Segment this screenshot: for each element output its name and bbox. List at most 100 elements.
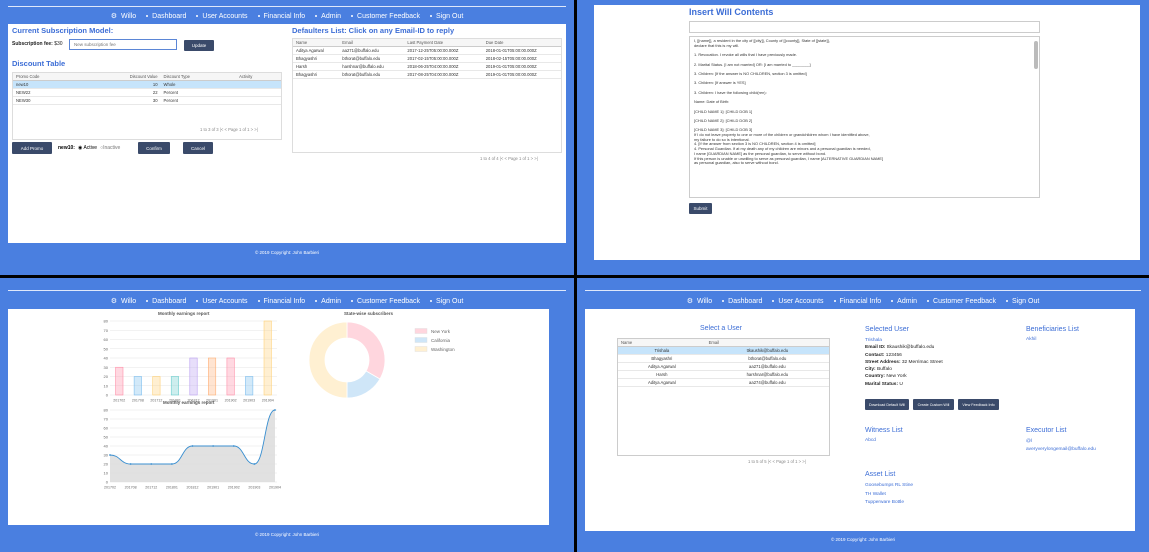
nav-dashboard[interactable]: Dashboard: [722, 298, 762, 305]
update-button[interactable]: Update: [184, 40, 214, 51]
x-tick-label: 201904: [269, 486, 281, 490]
nav-financial-info[interactable]: Financial Info: [833, 298, 881, 305]
x-tick-label: 201801: [166, 486, 178, 490]
confirm-button[interactable]: Confirm: [138, 142, 170, 154]
footer: © 2019 Copyright: John Barbieri: [830, 537, 896, 542]
nav-admin[interactable]: Admin: [315, 13, 341, 20]
table-row[interactable]: Aditya Agarwal aa271@buffalo.edu: [618, 362, 829, 371]
legend-label: California: [431, 338, 451, 343]
y-tick-label: 40: [104, 356, 109, 361]
footer: © 2019 Copyright: John Barbieri: [254, 250, 320, 255]
download-default-will-button[interactable]: Download Default Will: [865, 399, 909, 410]
witness-item[interactable]: Abcd: [865, 438, 876, 443]
x-tick-label: 201904: [262, 399, 274, 403]
table-row[interactable]: Aditya Agarwal aa274@buffalo.edu: [618, 378, 829, 387]
y-tick-label: 80: [104, 408, 109, 413]
nav-user-accounts[interactable]: User Accounts: [196, 13, 248, 20]
table-row[interactable]: Harsh harshnar@buffalo.edu: [618, 370, 829, 379]
table-row[interactable]: Bhagyashri bthorat@buffalo.edu: [618, 354, 829, 363]
data-point: [232, 445, 235, 447]
y-tick-label: 30: [104, 365, 109, 370]
bar: [115, 366, 124, 396]
asset-item[interactable]: TH Wallet: [865, 491, 913, 500]
nav-sign-out[interactable]: Sign Out: [430, 298, 463, 305]
nav-sign-out[interactable]: Sign Out: [430, 13, 463, 20]
table-row[interactable]: Trishala ttkaushik@buffalo.edu: [618, 346, 829, 355]
nav-customer-feedback[interactable]: Customer Feedback: [927, 298, 996, 305]
x-tick-label: 201712: [150, 399, 162, 403]
nav-dashboard[interactable]: Dashboard: [146, 298, 186, 305]
cancel-button[interactable]: Cancel: [183, 142, 213, 154]
nav-user-accounts[interactable]: User Accounts: [772, 298, 824, 305]
nav-financial-info[interactable]: Financial Info: [257, 13, 305, 20]
table-row[interactable]: NEW22 22 Percent: [13, 88, 281, 97]
table-row[interactable]: Bhagyashri bthorat@buffalo.edu 2017-08-25T…: [293, 70, 561, 79]
y-tick-label: 20: [104, 374, 109, 379]
create-custom-will-button[interactable]: Create Custom Will: [913, 399, 954, 410]
x-tick-label: 201712: [145, 486, 157, 490]
discount-pager[interactable]: 1 to 3 of 3 |< < Page 1 of 1 > >|: [200, 127, 258, 132]
nav-brand[interactable]: ⚙ Willo: [111, 12, 136, 21]
table-row[interactable]: NEW30 30 Percent: [13, 96, 281, 105]
table-row[interactable]: Aditya Agarwal aa271@buffalo.edu 2017-12-2…: [293, 46, 561, 55]
submit-button[interactable]: Submit: [689, 203, 712, 214]
defaulters-pager[interactable]: 1 to 4 of 4 |< < Page 1 of 1 > >|: [480, 156, 538, 161]
users-pager[interactable]: 1 to 5 of 5 |< < Page 1 of 1 > >|: [748, 459, 806, 464]
view-feedback-button[interactable]: View Feedback Info: [958, 399, 999, 410]
new-fee-input[interactable]: [69, 39, 177, 50]
beneficiary-item[interactable]: Akhil: [1026, 337, 1036, 342]
textarea-scrollbar[interactable]: [1034, 41, 1038, 69]
data-point: [212, 445, 215, 447]
active-radio[interactable]: ◉ Active: [78, 145, 97, 151]
nav-admin[interactable]: Admin: [315, 298, 341, 305]
table-row[interactable]: Harsh harshnar@buffalo.edu 2018-06-25T04:0…: [293, 62, 561, 71]
executor-item[interactable]: @l: [1026, 438, 1096, 446]
y-tick-label: 60: [104, 337, 109, 342]
add-promo-button[interactable]: Add Promo: [12, 142, 52, 154]
user-country: New York: [886, 374, 907, 380]
nav-admin[interactable]: Admin: [891, 298, 917, 305]
executor-item[interactable]: averyverylongemail@buffalo.edu: [1026, 446, 1096, 454]
nav-customer-feedback[interactable]: Customer Feedback: [351, 13, 420, 20]
nav-dashboard[interactable]: Dashboard: [146, 13, 186, 20]
y-tick-label: 40: [104, 444, 109, 449]
user-email: ttkaushik@buffalo.edu: [886, 345, 935, 351]
nav-brand[interactable]: ⚙ Willo: [111, 297, 136, 306]
nav-customer-feedback[interactable]: Customer Feedback: [351, 298, 420, 305]
email-link[interactable]: bthorat@buffalo.edu: [339, 54, 405, 63]
bar-chart: 01020304050607080201702 201708 201712 20180…: [104, 319, 277, 403]
email-link[interactable]: harshnar@buffalo.edu: [339, 62, 405, 71]
nav-user-accounts[interactable]: User Accounts: [196, 298, 248, 305]
table-row[interactable]: Bhagyashri bthorat@buffalo.edu 2017-02-15T…: [293, 54, 561, 63]
will-textarea[interactable]: I, [[name]], a resident in the city of […: [689, 36, 1040, 198]
asset-item[interactable]: Goosebumps RL Stine: [865, 482, 913, 491]
data-point: [109, 454, 111, 456]
table-header: Name Email: [618, 339, 829, 347]
y-tick-label: 50: [104, 435, 109, 440]
y-tick-label: 10: [104, 471, 109, 476]
beneficiaries-heading: Beneficiaries List: [1026, 326, 1079, 333]
y-tick-label: 70: [104, 328, 109, 333]
email-link[interactable]: bthorat@buffalo.edu: [339, 70, 405, 79]
table-header: Name Email Last Payment Date Due Date: [293, 39, 561, 47]
y-tick-label: 20: [104, 462, 109, 467]
asset-item[interactable]: Tupperware Bottle: [865, 499, 913, 508]
y-tick-label: 0: [106, 393, 109, 398]
bar: [133, 376, 142, 396]
x-tick-label: 201702: [104, 486, 116, 490]
nav-brand[interactable]: ⚙ Willo: [687, 297, 712, 306]
will-title-input[interactable]: [689, 21, 1040, 33]
data-point: [170, 463, 173, 465]
executor-heading: Executor List: [1026, 427, 1067, 434]
nav-financial-info[interactable]: Financial Info: [257, 298, 305, 305]
footer: © 2019 Copyright: John Barbieri: [254, 532, 320, 537]
charts-panel: Monthly earnings report 0 10 20 30 40 50 60 70 8…: [8, 309, 549, 525]
will-line: as personal guardian, also to serve with…: [694, 160, 779, 166]
table-row[interactable]: new10 10 Whole: [13, 80, 281, 89]
email-link[interactable]: aa271@buffalo.edu: [339, 46, 405, 55]
x-tick-label: 201812: [187, 486, 199, 490]
inactive-radio[interactable]: ○Inactive: [100, 145, 120, 151]
line-chart-title: Monthly earnings report: [163, 400, 215, 405]
discount-heading: Discount Table: [12, 59, 66, 68]
nav-sign-out[interactable]: Sign Out: [1006, 298, 1039, 305]
